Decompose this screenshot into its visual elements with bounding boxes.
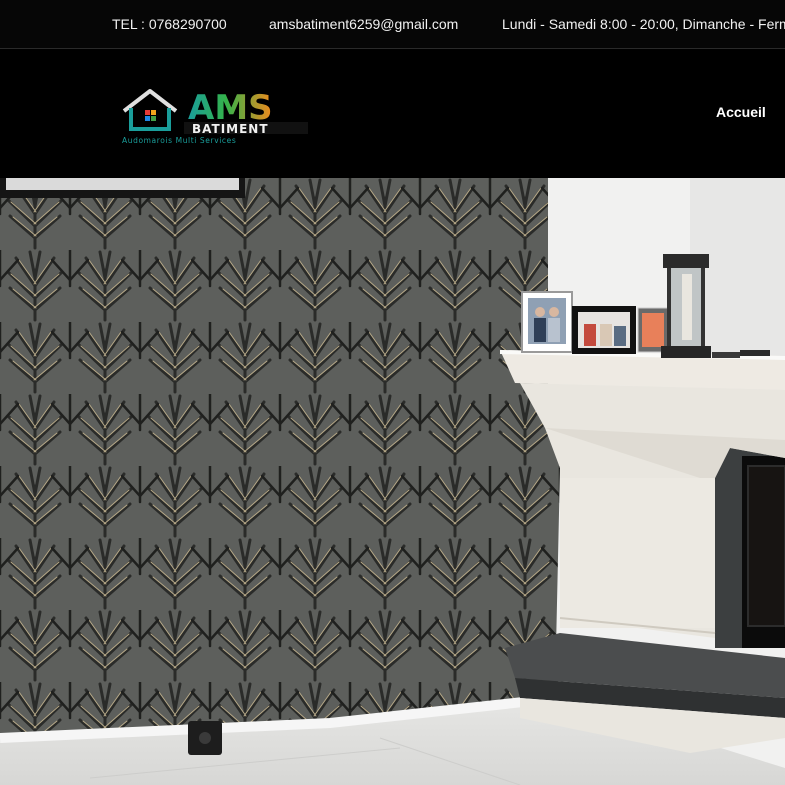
logo-line2: BATIMENT (192, 122, 269, 136)
phone-number[interactable]: TEL : 0768290700 (112, 16, 227, 32)
site-header: AMS BATIMENT Audomarois Multi Services A… (0, 49, 785, 178)
house-logo-icon: AMS BATIMENT Audomarois Multi Services (122, 88, 308, 145)
logo-tagline: Audomarois Multi Services (122, 136, 236, 145)
opening-hours: Lundi - Samedi 8:00 - 20:00, Dimanche - … (502, 16, 785, 32)
nav-item-accueil[interactable]: Accueil (716, 104, 766, 120)
hero-image (0, 178, 785, 785)
email-address[interactable]: amsbatiment6259@gmail.com (269, 16, 458, 32)
site-logo[interactable]: AMS BATIMENT Audomarois Multi Services (120, 85, 312, 145)
top-contact-bar: TEL : 0768290700 amsbatiment6259@gmail.c… (0, 0, 785, 49)
wallpaper-fireplace-photo-icon (0, 178, 785, 785)
